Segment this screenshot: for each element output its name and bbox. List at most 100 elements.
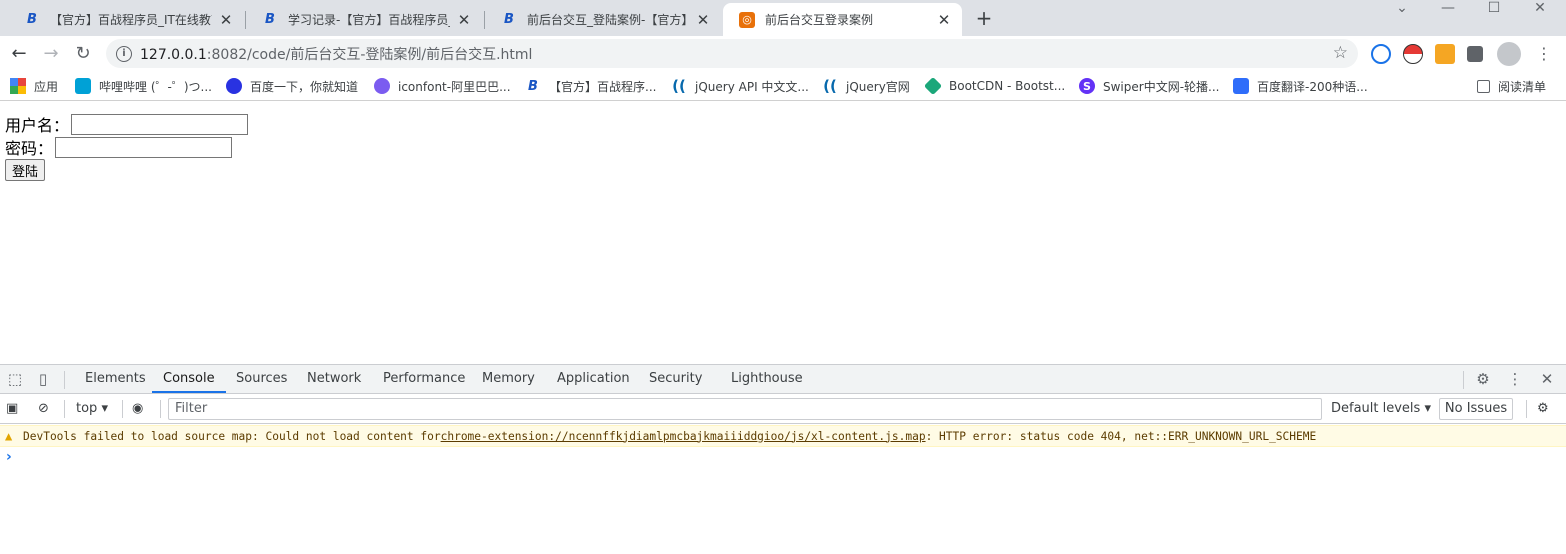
devtools-settings-icon[interactable]: ⚙ — [1474, 370, 1492, 388]
bookmark-jquery-api[interactable]: (( jQuery API 中文文... — [671, 77, 809, 95]
context-label: top — [76, 401, 98, 416]
devtools-tab-console[interactable]: Console — [152, 365, 226, 393]
bookmark-apps[interactable]: 应用 — [10, 77, 58, 95]
clear-console-icon[interactable]: ⊘ — [38, 400, 49, 418]
bookmarks-bar: 应用 哔哩哔哩 (゜-゜)つ... 百度一下，你就知道 iconfont-阿里巴… — [0, 71, 1566, 101]
tab-title: 前后台交互_登陆案例-【官方】百 — [527, 13, 689, 27]
devtools-tab-network[interactable]: Network — [296, 365, 372, 393]
baizhan-icon: B — [528, 78, 538, 94]
reading-list-icon — [1477, 79, 1490, 93]
log-levels-dropdown[interactable]: Default levels ▾ — [1331, 400, 1431, 418]
inspect-element-icon[interactable]: ⬚ — [6, 370, 24, 388]
reading-list-button[interactable]: 阅读清单 — [1477, 77, 1546, 95]
close-tab-icon[interactable]: ✕ — [218, 11, 234, 29]
maximize-button[interactable]: ☐ — [1471, 0, 1517, 20]
divider — [1463, 371, 1464, 389]
url-host: 127.0.0.1 — [140, 46, 207, 63]
bookmark-label: 百度翻译-200种语... — [1257, 79, 1368, 94]
bookmark-label: iconfont-阿里巴巴... — [398, 79, 511, 94]
context-selector[interactable]: top ▾ — [76, 400, 108, 418]
reload-button[interactable]: ↻ — [70, 41, 96, 67]
tab-study-record[interactable]: B 学习记录-【官方】百战程序员_IT ✕ — [246, 3, 482, 36]
devtools-tab-memory[interactable]: Memory — [471, 365, 546, 393]
console-filter-input[interactable]: Filter — [168, 398, 1322, 420]
divider — [122, 400, 123, 418]
tab-login-case[interactable]: B 前后台交互_登陆案例-【官方】百 ✕ — [485, 3, 721, 36]
bookmark-baidu-fanyi[interactable]: 百度翻译-200种语... — [1233, 77, 1368, 95]
warning-text-prefix: DevTools failed to load source map: Coul… — [23, 429, 441, 443]
extension-orange-icon[interactable] — [1435, 44, 1455, 64]
live-expression-eye-icon[interactable]: ◉ — [132, 400, 143, 418]
reading-list-label: 阅读清单 — [1498, 79, 1547, 94]
baidu-icon — [226, 78, 242, 94]
devtools-tab-performance[interactable]: Performance — [372, 365, 476, 393]
jquery-icon: (( — [672, 77, 686, 95]
devtools-tab-application[interactable]: Application — [546, 365, 641, 393]
bookmark-label: 【官方】百战程序... — [549, 79, 657, 94]
username-input[interactable] — [71, 113, 249, 135]
site-info-icon[interactable]: i — [116, 45, 132, 62]
bookmark-label: BootCDN - Bootst... — [949, 79, 1066, 93]
divider — [64, 400, 65, 418]
devtools-more-icon[interactable]: ⋮ — [1506, 370, 1524, 388]
tab-search-icon[interactable]: ⌄ — [1379, 0, 1425, 20]
new-tab-button[interactable]: + — [974, 8, 994, 28]
show-sidebar-icon[interactable]: ▣ — [6, 400, 18, 418]
tab-title: 前后台交互登录案例 — [765, 13, 874, 27]
devtools-tab-lighthouse[interactable]: Lighthouse — [720, 365, 814, 393]
devtools-tab-security[interactable]: Security — [638, 365, 713, 393]
bookmark-label: 百度一下，你就知道 — [250, 79, 359, 94]
close-window-button[interactable]: ✕ — [1517, 0, 1563, 20]
issues-button[interactable]: No Issues — [1439, 398, 1513, 420]
bookmark-jquery-official[interactable]: (( jQuery官网 — [822, 77, 910, 95]
extensions-puzzle-icon[interactable] — [1467, 46, 1483, 62]
bookmark-label: 哔哩哔哩 (゜-゜)つ... — [99, 79, 212, 94]
baizhan-favicon-icon: B — [265, 12, 275, 27]
apps-icon — [10, 78, 26, 94]
password-row: 密码： — [5, 136, 233, 158]
tab-active-login[interactable]: ◎ 前后台交互登录案例 ✕ — [723, 3, 962, 36]
console-prompt-icon[interactable]: › — [6, 449, 12, 465]
forward-button[interactable]: → — [38, 41, 64, 67]
bookmark-baidu[interactable]: 百度一下，你就知道 — [226, 77, 358, 95]
extension-pokeball-icon[interactable] — [1403, 44, 1423, 64]
url-text: 127.0.0.1:8082/code/前后台交互-登陆案例/前后台交互.htm… — [140, 44, 532, 64]
devtools-close-icon[interactable]: ✕ — [1538, 370, 1556, 388]
extension-check-icon[interactable] — [1371, 44, 1391, 64]
devtools-tab-sources[interactable]: Sources — [225, 365, 298, 393]
bilibili-icon — [75, 78, 91, 94]
close-tab-icon[interactable]: ✕ — [456, 11, 472, 29]
device-toolbar-icon[interactable]: ▯ — [34, 370, 52, 388]
address-bar[interactable]: i 127.0.0.1:8082/code/前后台交互-登陆案例/前后台交互.h… — [106, 39, 1358, 68]
login-button[interactable]: 登陆 — [5, 159, 46, 181]
warning-text-suffix: : HTTP error: status code 404, net::ERR_… — [925, 429, 1317, 443]
bookmark-iconfont[interactable]: iconfont-阿里巴巴... — [374, 77, 511, 95]
console-settings-icon[interactable]: ⚙ — [1537, 400, 1549, 418]
bookmark-bootcdn[interactable]: BootCDN - Bootst... — [923, 76, 1066, 96]
close-tab-icon[interactable]: ✕ — [695, 11, 711, 29]
bookmark-baizhan[interactable]: B 【官方】百战程序... — [525, 77, 656, 95]
jquery-icon: (( — [823, 77, 837, 95]
password-label: 密码： — [5, 141, 54, 158]
minimize-button[interactable]: — — [1425, 0, 1471, 20]
bookmark-star-icon[interactable]: ☆ — [1333, 43, 1348, 63]
username-label: 用户名： — [5, 118, 70, 135]
password-input[interactable] — [55, 136, 233, 158]
swiper-icon: S — [1079, 78, 1095, 94]
tab-title: 【官方】百战程序员_IT在线教育 — [50, 13, 212, 27]
profile-avatar-icon[interactable] — [1497, 42, 1521, 66]
divider — [160, 400, 161, 418]
bookmark-label: 应用 — [34, 79, 59, 94]
username-row: 用户名： — [5, 113, 249, 135]
bookmark-label: Swiper中文网-轮播... — [1103, 79, 1220, 94]
browser-menu-icon[interactable]: ⋮ — [1531, 41, 1557, 67]
baizhan-favicon-icon: B — [27, 12, 37, 27]
back-button[interactable]: ← — [6, 41, 32, 67]
close-tab-icon[interactable]: ✕ — [936, 11, 952, 29]
bookmark-swiper[interactable]: S Swiper中文网-轮播... — [1079, 77, 1219, 95]
bookmark-bilibili[interactable]: 哔哩哔哩 (゜-゜)つ... — [75, 77, 212, 95]
bootcdn-icon — [923, 76, 943, 96]
devtools-tab-elements[interactable]: Elements — [74, 365, 157, 393]
source-map-link[interactable]: chrome-extension://ncennffkjdiamlpmcbajk… — [441, 430, 926, 443]
tab-baizhan-home[interactable]: B 【官方】百战程序员_IT在线教育 ✕ — [8, 3, 244, 36]
